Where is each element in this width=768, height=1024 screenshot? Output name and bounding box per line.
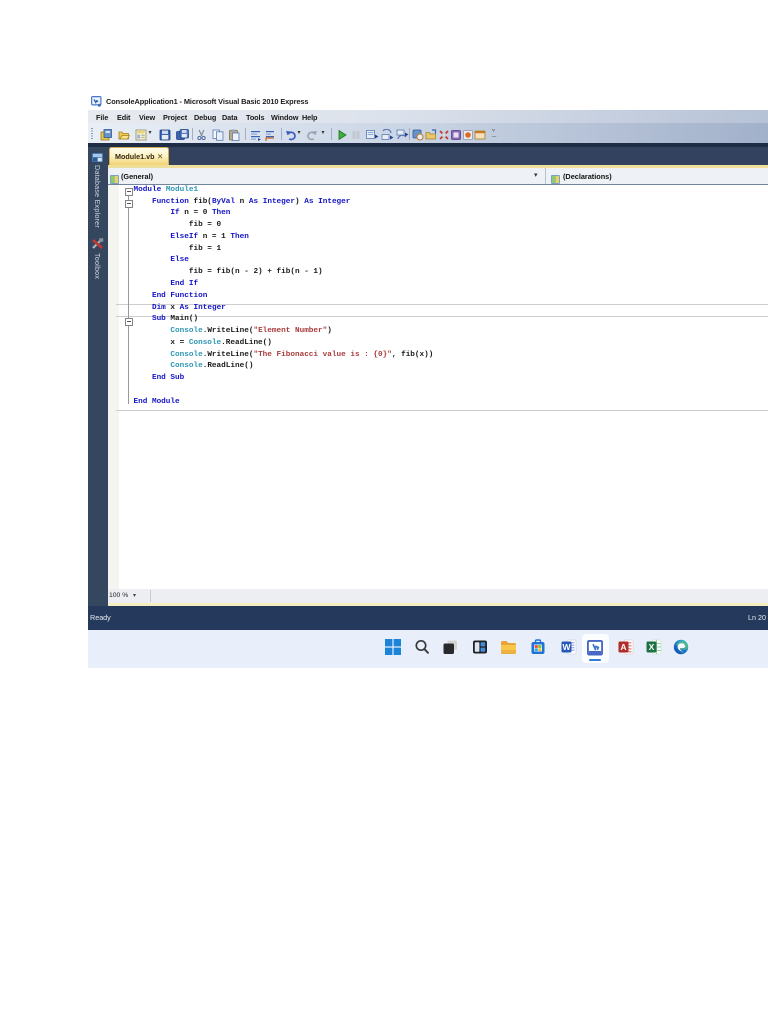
svg-text:X: X <box>649 642 655 652</box>
svg-text:W: W <box>562 642 571 652</box>
svg-text:A: A <box>620 642 626 652</box>
